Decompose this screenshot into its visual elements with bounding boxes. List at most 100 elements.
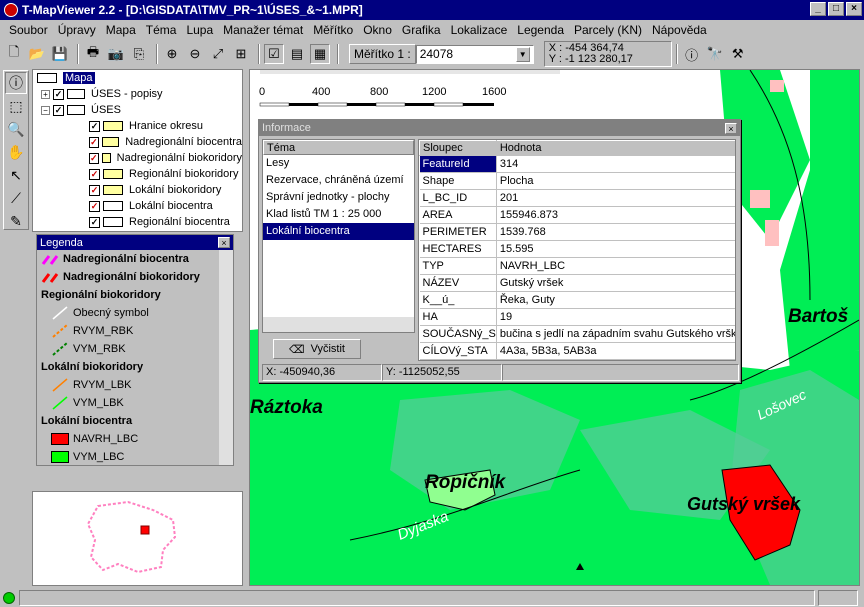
theme-item[interactable]: Rezervace, chráněná území <box>263 172 414 189</box>
checkbox[interactable]: ✓ <box>89 216 100 228</box>
minimize-button[interactable]: _ <box>810 2 826 16</box>
expand-icon[interactable]: + <box>41 89 50 99</box>
menu-mapa[interactable]: Mapa <box>101 23 141 37</box>
pointer-info-icon[interactable]: ↖ <box>5 164 27 186</box>
view-extent-marker[interactable] <box>140 525 150 535</box>
menu-soubor[interactable]: Soubor <box>4 23 53 37</box>
checkbox[interactable]: ✓ <box>89 120 100 132</box>
table-row[interactable]: Shape Plocha <box>419 172 735 190</box>
tools-icon[interactable]: ⚒ <box>728 44 748 64</box>
checkbox[interactable]: ✓ <box>89 168 100 180</box>
checkbox[interactable]: ✓ <box>89 136 99 148</box>
table-row[interactable]: L_BC_ID 201 <box>419 189 735 207</box>
menu-napoveda[interactable]: Nápověda <box>647 23 712 37</box>
table-row[interactable]: SOUČASNý_S bučina s jedlí na západním sva… <box>419 325 735 343</box>
save-icon[interactable]: 💾 <box>50 44 70 64</box>
tree-layer[interactable]: ✓ Hranice okresu <box>33 118 242 134</box>
tree-layer[interactable]: ✓ Lokální biocentra <box>33 198 242 214</box>
collapse-icon[interactable]: − <box>41 105 50 115</box>
menu-grafika[interactable]: Grafika <box>397 23 446 37</box>
table-row[interactable]: TYP NAVRH_LBC <box>419 257 735 275</box>
overview-toggle-icon[interactable]: ▦ <box>310 44 330 64</box>
place-label-bartos: Bartoš <box>788 306 849 327</box>
theme-item-selected[interactable]: Lokální biocentra <box>263 223 414 240</box>
attribute-table: Sloupec Hodnota FeatureId 314 Shape Plocha … <box>418 139 736 361</box>
menu-lokalizace[interactable]: Lokalizace <box>446 23 513 37</box>
checkbox[interactable]: ✓ <box>53 88 64 100</box>
pan-hand-icon[interactable]: ✋ <box>5 141 27 163</box>
menu-meritko[interactable]: Měřítko <box>308 23 358 37</box>
tree-layer[interactable]: ✓ Nadregionální biocentra <box>33 134 242 150</box>
new-file-icon[interactable]: 🗋 <box>4 44 24 64</box>
theme-horizontal-scrollbar[interactable] <box>263 317 414 332</box>
table-row[interactable]: CÍLOVý_STA 4A3a, 5B3a, 5AB3a <box>419 342 735 360</box>
chevron-down-icon[interactable]: ▼ <box>515 46 530 62</box>
checkbox[interactable]: ✓ <box>89 200 100 212</box>
maximize-button[interactable]: □ <box>828 2 844 16</box>
status-panel <box>818 589 859 606</box>
legend-scrollbar[interactable] <box>219 250 233 465</box>
layer-icon <box>103 201 123 211</box>
tree-layer[interactable]: ✓ Regionální biokoridory <box>33 166 242 182</box>
legend-item: NAVRH_LBC <box>37 430 233 448</box>
menu-manazer-temat[interactable]: Manažer témat <box>218 23 308 37</box>
menu-upravy[interactable]: Úpravy <box>53 23 101 37</box>
close-icon[interactable]: × <box>218 237 230 248</box>
tree-layer[interactable]: ✓ Regionální biocentra <box>33 214 242 230</box>
print-icon[interactable]: 🖶 <box>83 44 103 64</box>
pencil-icon[interactable]: ✎ <box>5 210 27 232</box>
export-icon[interactable]: ⎘ <box>129 44 149 64</box>
checkbox[interactable]: ✓ <box>89 152 99 164</box>
zoom-extent-icon[interactable]: ⤢ <box>208 44 228 64</box>
toolbar: 🗋 📂 💾 🖶 📷 ⎘ ⊕ ⊖ ⤢ ⊞ ☑ ▤ ▦ Měřítko 1 : 24… <box>0 40 864 68</box>
menu-lupa[interactable]: Lupa <box>181 23 218 37</box>
table-row[interactable]: HA 19 <box>419 308 735 326</box>
tree-layer[interactable]: ✓ Lokální biokoridory <box>33 182 242 198</box>
zoom-tool-icon[interactable]: 🔍 <box>5 118 27 140</box>
zoom-layer-icon[interactable]: ⊞ <box>231 44 251 64</box>
info-tool-icon[interactable]: ⓘ <box>5 72 27 94</box>
table-row[interactable]: AREA 155946.873 <box>419 206 735 224</box>
select-tool-icon[interactable]: ⬚ <box>5 95 27 117</box>
checkbox[interactable]: ✓ <box>89 184 100 196</box>
tree-group[interactable]: + ✓ ÚSES - popisy <box>33 86 242 102</box>
table-row[interactable]: PERIMETER 1539.768 <box>419 223 735 241</box>
tree-root[interactable]: Mapa <box>33 70 242 86</box>
theme-item[interactable]: Správní jednotky - plochy <box>263 189 414 206</box>
app-icon <box>4 3 18 17</box>
menu-legenda[interactable]: Legenda <box>512 23 569 37</box>
table-row[interactable]: K__ú_ Řeka, Guty <box>419 291 735 309</box>
scale-combobox[interactable]: 24078 ▼ <box>415 44 534 64</box>
camera-icon[interactable]: 📷 <box>106 44 126 64</box>
close-button[interactable]: × <box>846 2 862 16</box>
open-folder-icon[interactable]: 📂 <box>27 44 47 64</box>
checkbox[interactable]: ✓ <box>53 104 64 116</box>
overview-map[interactable] <box>32 491 243 586</box>
table-row[interactable]: HECTARES 15.595 <box>419 240 735 258</box>
line-symbol-icon <box>52 396 68 410</box>
menu-tema[interactable]: Téma <box>141 23 182 37</box>
layer-icon <box>103 185 123 195</box>
table-row[interactable]: FeatureId 314 <box>419 155 735 173</box>
clear-button[interactable]: ⌫ Vyčistit <box>273 339 361 359</box>
legend-toggle-icon[interactable]: ▤ <box>287 44 307 64</box>
table-row[interactable]: NÁZEV Gutský vršek <box>419 274 735 292</box>
tree-layer[interactable]: ✓ Nadregionální biokoridory <box>33 150 242 166</box>
zoom-out-icon[interactable]: ⊖ <box>185 44 205 64</box>
group-icon <box>67 89 85 99</box>
tree-group[interactable]: − ✓ ÚSES <box>33 102 242 118</box>
menu-okno[interactable]: Okno <box>358 23 397 37</box>
zoom-in-icon[interactable]: ⊕ <box>162 44 182 64</box>
theme-item[interactable]: Lesy <box>263 155 414 172</box>
binoculars-icon[interactable]: 🔭 <box>705 44 725 64</box>
theme-item[interactable]: Klad listů TM 1 : 25 000 <box>263 206 414 223</box>
map-icon <box>37 73 57 83</box>
tree-toggle-icon[interactable]: ☑ <box>264 44 284 64</box>
measure-icon[interactable]: ⟋ <box>5 187 27 209</box>
close-icon[interactable]: × <box>725 122 737 134</box>
menu-parcely[interactable]: Parcely (KN) <box>569 23 647 37</box>
info-icon[interactable]: ⓘ <box>682 44 702 64</box>
legend-item: VYM_LBC <box>37 448 233 465</box>
scalebar-label: 1600 <box>482 86 506 98</box>
fill-swatch <box>51 451 69 463</box>
